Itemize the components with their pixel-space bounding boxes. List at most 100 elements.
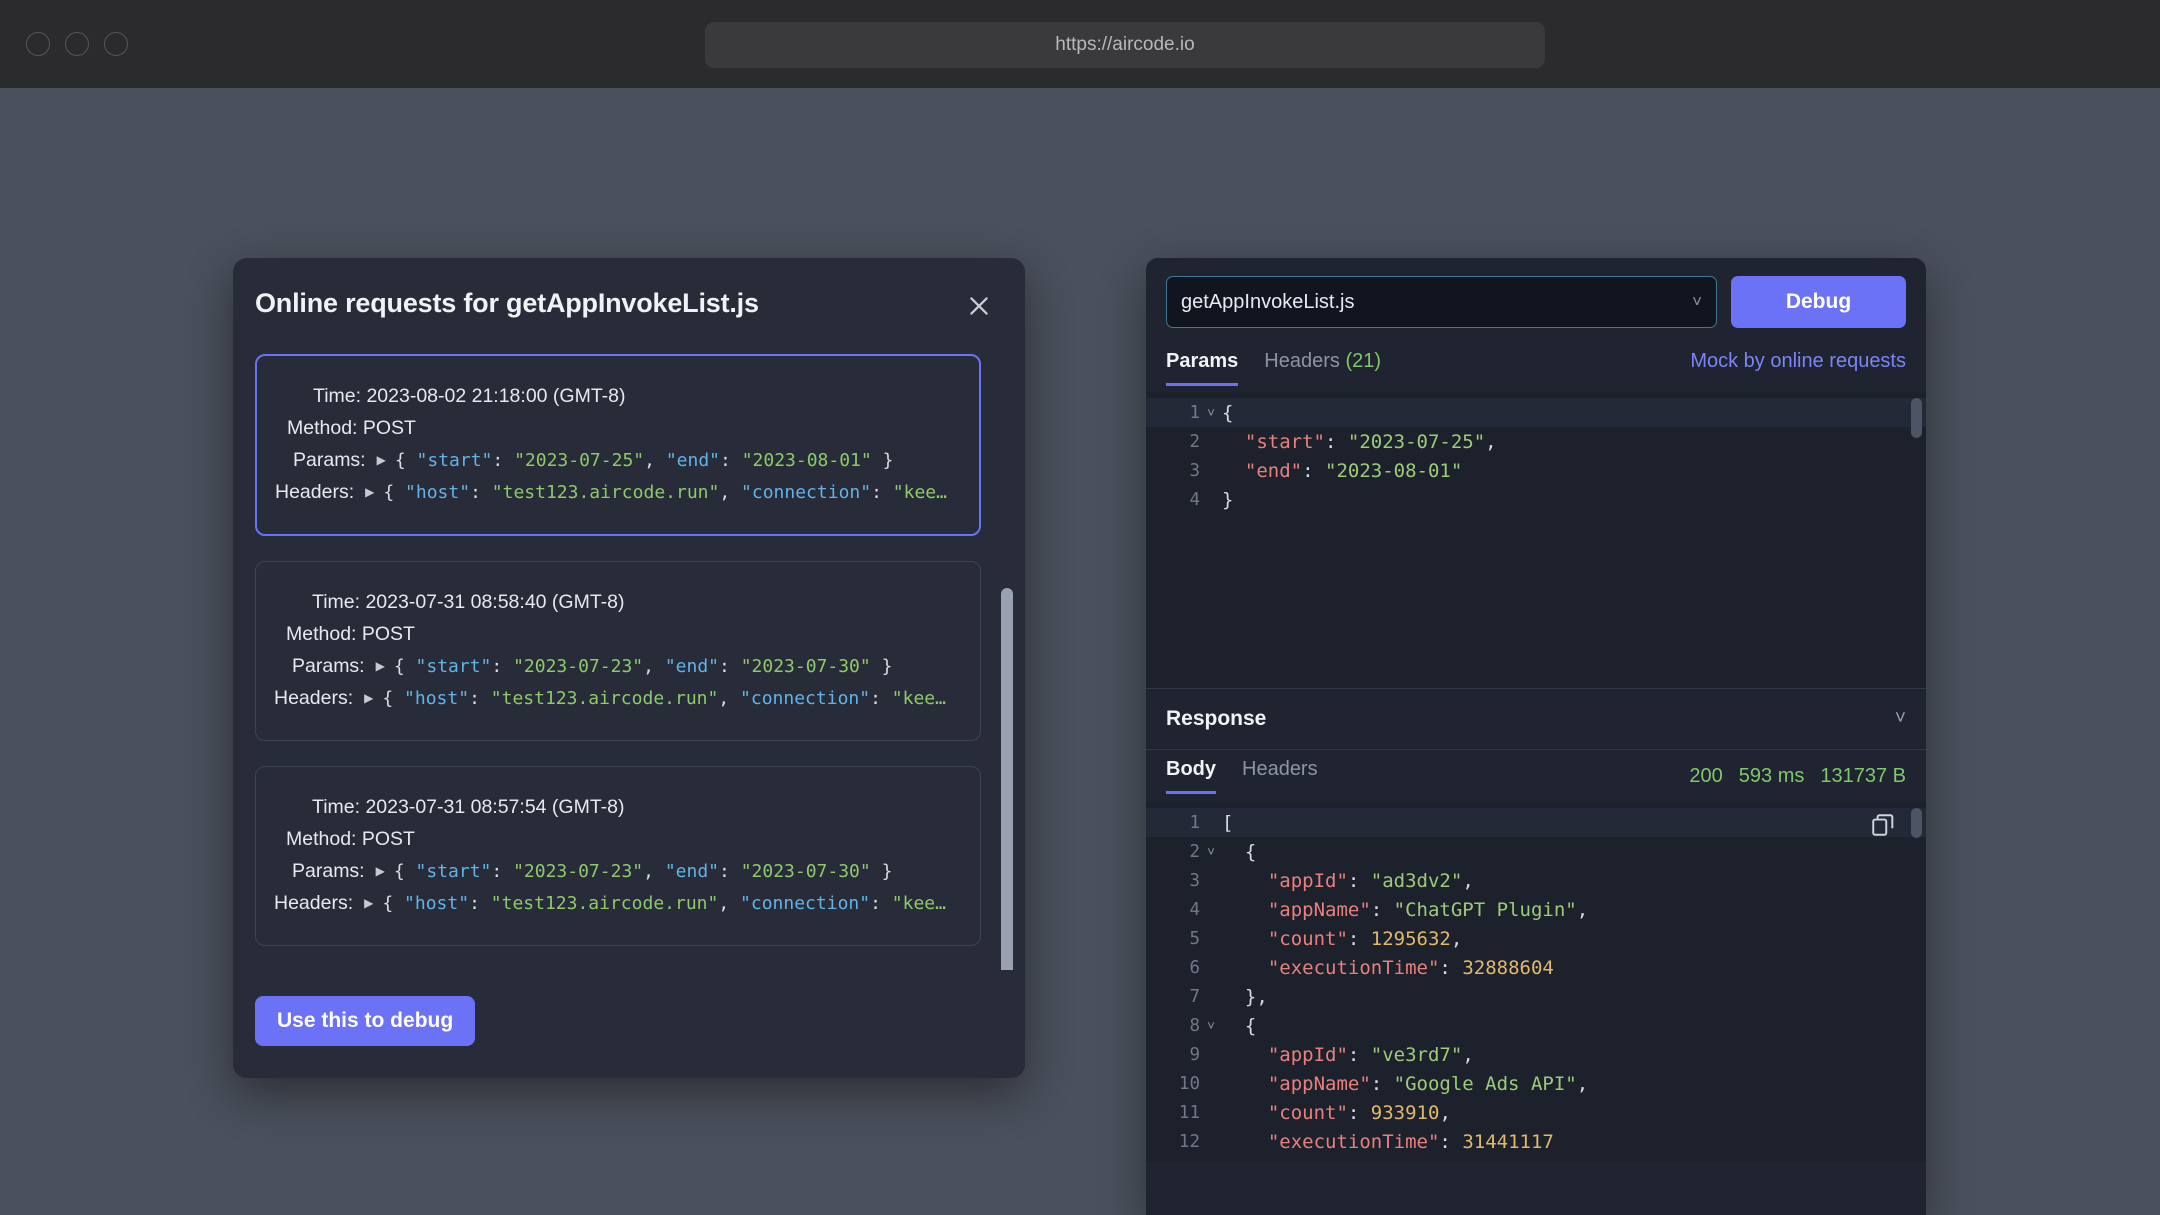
debug-button[interactable]: Debug	[1731, 276, 1906, 328]
tab-body[interactable]: Body	[1166, 758, 1216, 794]
request-time-label: Time: 2023-07-31 08:57:54 (GMT-8)	[312, 796, 625, 818]
use-this-to-debug-button[interactable]: Use this to debug	[255, 996, 476, 1046]
file-select-value: getAppInvokeList.js	[1181, 290, 1355, 313]
line-number: 12	[1178, 1131, 1200, 1152]
minimize-button[interactable]	[65, 32, 89, 56]
request-params-label: Params:	[292, 655, 365, 677]
request-headers-label: Headers:	[274, 892, 354, 914]
request-headers-value: { "host": "test123.aircode.run", "connec…	[382, 893, 946, 914]
request-card[interactable]: Time: 2023-08-02 21:18:00 (GMT-8) Method:…	[255, 354, 981, 536]
line-number: 3	[1189, 460, 1200, 481]
chevron-down-icon[interactable]: ˅	[1895, 708, 1906, 730]
code-text: "end": "2023-08-01"	[1244, 459, 1463, 482]
params-editor-scrollbar[interactable]	[1911, 398, 1922, 438]
request-method-label: Method: POST	[287, 417, 416, 439]
chevron-down-icon[interactable]: ˅	[1200, 1018, 1222, 1033]
code-line: 13 },	[1146, 1156, 1926, 1163]
code-line: 9 "appId": "ve3rd7",	[1146, 1040, 1926, 1069]
debug-panel: getAppInvokeList.js ˅ Debug Params Heade…	[1146, 258, 1926, 1215]
line-number: 10	[1178, 1073, 1200, 1094]
browser-chrome: https://aircode.io	[0, 0, 2160, 88]
response-meta: 200 593 ms 131737 B	[1689, 765, 1906, 788]
expand-triangle-icon[interactable]: ▶	[365, 485, 374, 499]
request-tabs: Params Headers (21) Mock by online reque…	[1166, 344, 1906, 392]
request-method-label: Method: POST	[286, 828, 415, 850]
mock-by-online-requests-link[interactable]: Mock by online requests	[1690, 350, 1906, 386]
code-text: {	[1222, 401, 1234, 424]
request-headers-value: { "host": "test123.aircode.run", "connec…	[383, 482, 947, 503]
expand-triangle-icon[interactable]: ▶	[376, 659, 385, 673]
requests-scroll-area[interactable]: Time: 2023-08-02 21:18:00 (GMT-8) Method:…	[255, 354, 1005, 994]
code-text: {	[1244, 1014, 1257, 1037]
code-line: 2 ˅ {	[1146, 837, 1926, 866]
line-number: 2	[1189, 841, 1200, 862]
request-time-row: Time: 2023-08-02 21:18:00 (GMT-8)	[257, 385, 979, 408]
chevron-down-icon: ˅	[1692, 292, 1702, 311]
tab-headers[interactable]: Headers (21)	[1264, 350, 1381, 386]
copy-icon[interactable]	[1870, 812, 1900, 842]
code-line: 7 },	[1146, 982, 1926, 1011]
expand-triangle-icon[interactable]: ▶	[376, 864, 385, 878]
status-badge: 200	[1689, 764, 1723, 787]
line-number: 1	[1189, 812, 1200, 833]
response-editor-scrollbar[interactable]	[1911, 808, 1922, 838]
tab-response-headers-label: Headers	[1242, 758, 1318, 780]
line-number: 11	[1178, 1102, 1200, 1123]
request-method-row: Method: POST	[257, 417, 979, 440]
code-text: "appId": "ad3dv2",	[1267, 869, 1474, 892]
tab-params[interactable]: Params	[1166, 350, 1239, 386]
request-headers-label: Headers:	[275, 481, 355, 503]
request-card[interactable]: Time: 2023-07-31 08:57:54 (GMT-8) Method:…	[255, 766, 981, 946]
file-select[interactable]: getAppInvokeList.js ˅	[1166, 276, 1717, 328]
chevron-down-icon[interactable]: ˅	[1200, 844, 1222, 859]
request-params-value: { "start": "2023-07-23", "end": "2023-07…	[393, 861, 893, 882]
code-line: 10 "appName": "Google Ads API",	[1146, 1069, 1926, 1098]
close-button[interactable]	[26, 32, 50, 56]
chevron-down-icon[interactable]: ˅	[1200, 405, 1222, 420]
tab-response-headers[interactable]: Headers	[1242, 758, 1318, 794]
traffic-lights	[26, 32, 128, 56]
response-tabs: Body Headers 200 593 ms 131737 B	[1146, 750, 1926, 802]
line-number: 8	[1189, 1015, 1200, 1036]
maximize-button[interactable]	[104, 32, 128, 56]
line-number: 3	[1189, 870, 1200, 891]
request-method-label: Method: POST	[286, 623, 415, 645]
request-card[interactable]: Time: 2023-07-31 08:58:40 (GMT-8) Method:…	[255, 561, 981, 741]
expand-triangle-icon[interactable]: ▶	[364, 691, 373, 705]
code-text: "executionTime": 31441117	[1267, 1130, 1554, 1153]
request-params-row: Params: ▶ { "start": "2023-07-25", "end": …	[257, 449, 979, 472]
response-body-editor[interactable]: 1[2 ˅ {3 "appId": "ad3dv2", 4 "appName": "…	[1146, 802, 1926, 1162]
code-line: 12 "executionTime": 31441117	[1146, 1127, 1926, 1156]
request-params-value: { "start": "2023-07-23", "end": "2023-07…	[393, 656, 893, 677]
line-number: 5	[1189, 928, 1200, 949]
code-text: },	[1222, 1160, 1268, 1163]
code-line: 4 "appName": "ChatGPT Plugin",	[1146, 895, 1926, 924]
response-title: Response	[1166, 707, 1267, 730]
code-text: "count": 1295632,	[1267, 927, 1463, 950]
expand-triangle-icon[interactable]: ▶	[364, 896, 373, 910]
request-headers-value: { "host": "test123.aircode.run", "connec…	[382, 688, 946, 709]
line-number: 7	[1189, 986, 1200, 1007]
response-header: Response ˅	[1146, 688, 1926, 750]
code-text: {	[1244, 840, 1257, 863]
close-icon[interactable]	[962, 289, 996, 323]
request-method-row: Method: POST	[256, 828, 980, 851]
request-method-row: Method: POST	[256, 623, 980, 646]
line-number: 4	[1189, 899, 1200, 920]
requests-list: Time: 2023-08-02 21:18:00 (GMT-8) Method:…	[255, 354, 981, 994]
panel-top: getAppInvokeList.js ˅ Debug Params Heade…	[1146, 258, 1926, 392]
request-headers-label: Headers:	[274, 687, 354, 709]
code-line: 8 ˅ {	[1146, 1011, 1926, 1040]
code-text: "start": "2023-07-25",	[1244, 430, 1497, 453]
line-number: 1	[1189, 402, 1200, 423]
code-line: 5 "count": 1295632,	[1146, 924, 1926, 953]
code-text: "appName": "ChatGPT Plugin",	[1267, 898, 1589, 921]
tab-headers-label: Headers	[1264, 350, 1340, 372]
params-editor[interactable]: 1 ˅{2 "start": "2023-07-25", 3 "end": "202…	[1146, 392, 1926, 688]
request-time-label: Time: 2023-07-31 08:58:40 (GMT-8)	[312, 591, 625, 613]
expand-triangle-icon[interactable]: ▶	[377, 453, 386, 467]
request-params-label: Params:	[293, 449, 366, 471]
request-params-label: Params:	[292, 860, 365, 882]
code-line: 4}	[1146, 485, 1926, 514]
address-bar[interactable]: https://aircode.io	[705, 22, 1545, 68]
